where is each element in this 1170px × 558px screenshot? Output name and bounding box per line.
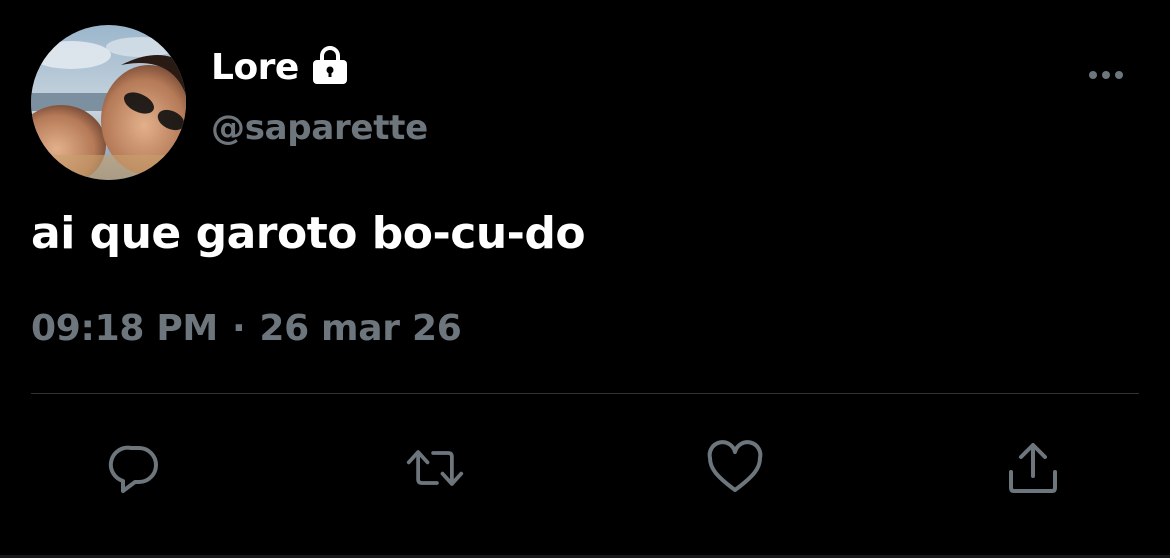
avatar[interactable]	[31, 25, 186, 180]
more-options-icon[interactable]	[1084, 60, 1128, 90]
divider	[31, 393, 1139, 394]
share-button[interactable]	[1003, 438, 1063, 498]
retweet-icon	[406, 450, 464, 486]
reply-button[interactable]	[105, 438, 165, 498]
display-name-row: Lore	[211, 42, 351, 92]
tweet-text: ai que garoto bo-cu-do	[31, 208, 586, 259]
handle[interactable]: @saparette	[211, 108, 428, 148]
timestamp-separator: ·	[231, 308, 246, 349]
like-button[interactable]	[705, 438, 765, 498]
tweet-date: 26 mar 26	[259, 308, 462, 349]
tweet-time: 09:18 PM	[31, 308, 218, 349]
retweet-button[interactable]	[405, 438, 465, 498]
reply-icon	[108, 445, 158, 493]
avatar-image	[31, 25, 186, 180]
display-name[interactable]: Lore	[211, 47, 299, 88]
timestamp[interactable]: 09:18 PM · 26 mar 26	[31, 308, 462, 349]
lock-icon	[309, 44, 351, 86]
tweet: Lore @saparette ai que garoto bo-cu-do 0…	[0, 0, 1170, 558]
heart-icon	[707, 440, 763, 492]
share-icon	[1009, 443, 1057, 493]
